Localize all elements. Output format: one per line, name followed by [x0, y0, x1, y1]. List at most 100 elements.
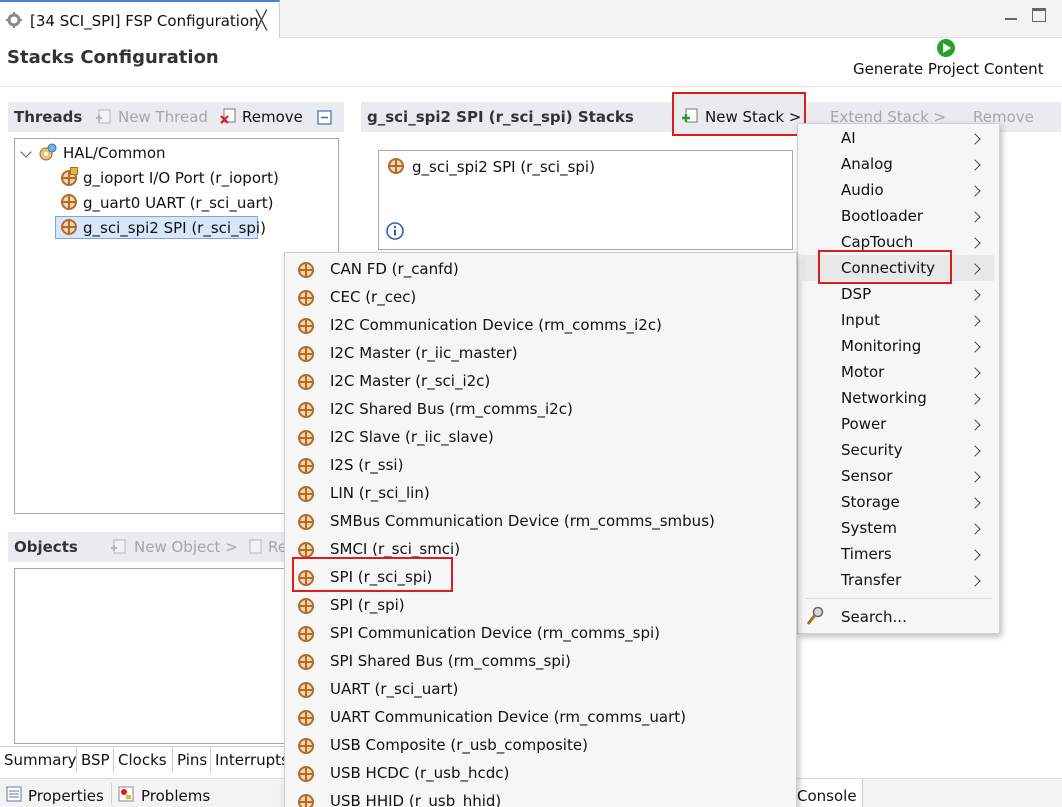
- connectivity-item[interactable]: USB HHID (r_usb_hhid): [290, 790, 790, 807]
- category-item-connectivity[interactable]: Connectivity: [805, 258, 993, 284]
- tree-item-uart[interactable]: g_uart0 UART (r_sci_uart): [83, 194, 273, 212]
- connectivity-item-label: USB HHID (r_usb_hhid): [330, 792, 502, 807]
- connectivity-item-label: SPI (r_spi): [330, 596, 405, 614]
- category-item-monitoring[interactable]: Monitoring: [805, 336, 993, 362]
- tab-pins[interactable]: Pins: [173, 747, 211, 773]
- module-icon: [298, 682, 314, 698]
- category-item-label: Security: [841, 441, 903, 459]
- connectivity-item[interactable]: USB Composite (r_usb_composite): [290, 734, 790, 762]
- chevron-right-icon: [969, 263, 981, 275]
- connectivity-item[interactable]: I2S (r_ssi): [290, 454, 790, 482]
- chevron-right-icon: [969, 237, 981, 249]
- tab-clocks[interactable]: Clocks: [114, 747, 173, 773]
- new-thread-icon: [96, 109, 111, 124]
- connectivity-item[interactable]: SMBus Communication Device (rm_comms_smb…: [290, 510, 790, 538]
- connectivity-item[interactable]: UART (r_sci_uart): [290, 678, 790, 706]
- new-object-button[interactable]: New Object >: [134, 538, 238, 556]
- module-icon: [298, 290, 314, 306]
- connectivity-item[interactable]: I2C Communication Device (rm_comms_i2c): [290, 314, 790, 342]
- tab-summary[interactable]: Summary: [0, 747, 77, 773]
- chevron-right-icon: [969, 497, 981, 509]
- new-stack-button[interactable]: New Stack >: [705, 108, 801, 126]
- chevron-right-icon: [969, 159, 981, 171]
- connectivity-item[interactable]: I2C Master (r_iic_master): [290, 342, 790, 370]
- tab-interrupts[interactable]: Interrupts: [211, 747, 290, 773]
- chevron-right-icon: [969, 445, 981, 457]
- info-icon[interactable]: [386, 222, 404, 240]
- chevron-right-icon: [969, 211, 981, 223]
- generate-project-content-button[interactable]: Generate Project Content: [853, 60, 1044, 78]
- properties-view-tab[interactable]: Properties: [28, 787, 104, 805]
- category-item-label: Connectivity: [841, 259, 935, 277]
- category-item-motor[interactable]: Motor: [805, 362, 993, 388]
- stack-item-label[interactable]: g_sci_spi2 SPI (r_sci_spi): [412, 158, 595, 176]
- connectivity-item-label: UART (r_sci_uart): [330, 680, 459, 698]
- module-icon: [298, 514, 314, 530]
- category-item-timers[interactable]: Timers: [805, 544, 993, 570]
- chevron-right-icon: [969, 185, 981, 197]
- run-icon[interactable]: [937, 39, 955, 57]
- chevron-right-icon: [969, 419, 981, 431]
- category-item-storage[interactable]: Storage: [805, 492, 993, 518]
- tree-root-label[interactable]: HAL/Common: [63, 144, 166, 162]
- connectivity-item[interactable]: LIN (r_sci_lin): [290, 482, 790, 510]
- collapse-all-icon[interactable]: [317, 110, 333, 126]
- gear-icon: [6, 12, 22, 28]
- close-icon[interactable]: ╳: [256, 10, 267, 31]
- category-item-system[interactable]: System: [805, 518, 993, 544]
- chevron-right-icon: [969, 341, 981, 353]
- connectivity-item[interactable]: UART Communication Device (rm_comms_uart…: [290, 706, 790, 734]
- connectivity-item[interactable]: I2C Shared Bus (rm_comms_i2c): [290, 398, 790, 426]
- category-item-bootloader[interactable]: Bootloader: [805, 206, 993, 232]
- module-icon: [298, 486, 314, 502]
- connectivity-item[interactable]: CEC (r_cec): [290, 286, 790, 314]
- connectivity-item[interactable]: USB HCDC (r_usb_hcdc): [290, 762, 790, 790]
- tree-item-ioport[interactable]: g_ioport I/O Port (r_ioport): [83, 169, 279, 187]
- header-divider: [0, 86, 1062, 87]
- stack-module-icon: [388, 158, 404, 174]
- connectivity-item[interactable]: I2C Slave (r_iic_slave): [290, 426, 790, 454]
- remove-thread-button[interactable]: Remove: [242, 108, 303, 126]
- chevron-right-icon: [969, 133, 981, 145]
- module-icon: [298, 766, 314, 782]
- module-icon: [298, 626, 314, 642]
- connectivity-item[interactable]: SPI (r_spi): [290, 594, 790, 622]
- category-item-dsp[interactable]: DSP: [805, 284, 993, 310]
- connectivity-item-label: CEC (r_cec): [330, 288, 417, 306]
- new-object-icon: [111, 539, 126, 554]
- category-item-analog[interactable]: Analog: [805, 154, 993, 180]
- search-menu-item[interactable]: Search...: [841, 608, 907, 626]
- category-item-ai[interactable]: AI: [805, 128, 993, 154]
- connectivity-item[interactable]: I2C Master (r_sci_i2c): [290, 370, 790, 398]
- category-item-label: Motor: [841, 363, 885, 381]
- category-item-label: Storage: [841, 493, 900, 511]
- module-icon: [298, 374, 314, 390]
- tab-bsp[interactable]: BSP: [77, 747, 114, 773]
- category-item-label: Bootloader: [841, 207, 923, 225]
- threads-panel-header: Threads New Thread Remove: [8, 102, 344, 132]
- hal-folder-icon: [39, 143, 57, 161]
- uart-module-icon: [61, 194, 77, 210]
- connectivity-item[interactable]: SPI Shared Bus (rm_comms_spi): [290, 650, 790, 678]
- editor-tab[interactable]: [34 SCI_SPI] FSP Configuration ╳: [0, 0, 280, 38]
- module-icon: [298, 402, 314, 418]
- category-item-sensor[interactable]: Sensor: [805, 466, 993, 492]
- category-item-audio[interactable]: Audio: [805, 180, 993, 206]
- connectivity-item[interactable]: CAN FD (r_canfd): [290, 258, 790, 286]
- category-item-transfer[interactable]: Transfer: [805, 570, 993, 596]
- minimize-icon[interactable]: [1004, 8, 1018, 22]
- problems-view-tab[interactable]: Problems: [141, 787, 210, 805]
- module-icon: [298, 262, 314, 278]
- category-item-power[interactable]: Power: [805, 414, 993, 440]
- connectivity-item-label: I2C Master (r_iic_master): [330, 344, 518, 362]
- chevron-right-icon: [969, 393, 981, 405]
- connectivity-item[interactable]: SPI Communication Device (rm_comms_spi): [290, 622, 790, 650]
- category-item-captouch[interactable]: CapTouch: [805, 232, 993, 258]
- tree-item-sci-spi[interactable]: g_sci_spi2 SPI (r_sci_spi): [83, 219, 266, 237]
- category-item-networking[interactable]: Networking: [805, 388, 993, 414]
- maximize-icon[interactable]: [1032, 8, 1046, 22]
- category-item-security[interactable]: Security: [805, 440, 993, 466]
- category-item-input[interactable]: Input: [805, 310, 993, 336]
- new-thread-button[interactable]: New Thread: [118, 108, 208, 126]
- console-view-tab[interactable]: Console: [797, 787, 857, 805]
